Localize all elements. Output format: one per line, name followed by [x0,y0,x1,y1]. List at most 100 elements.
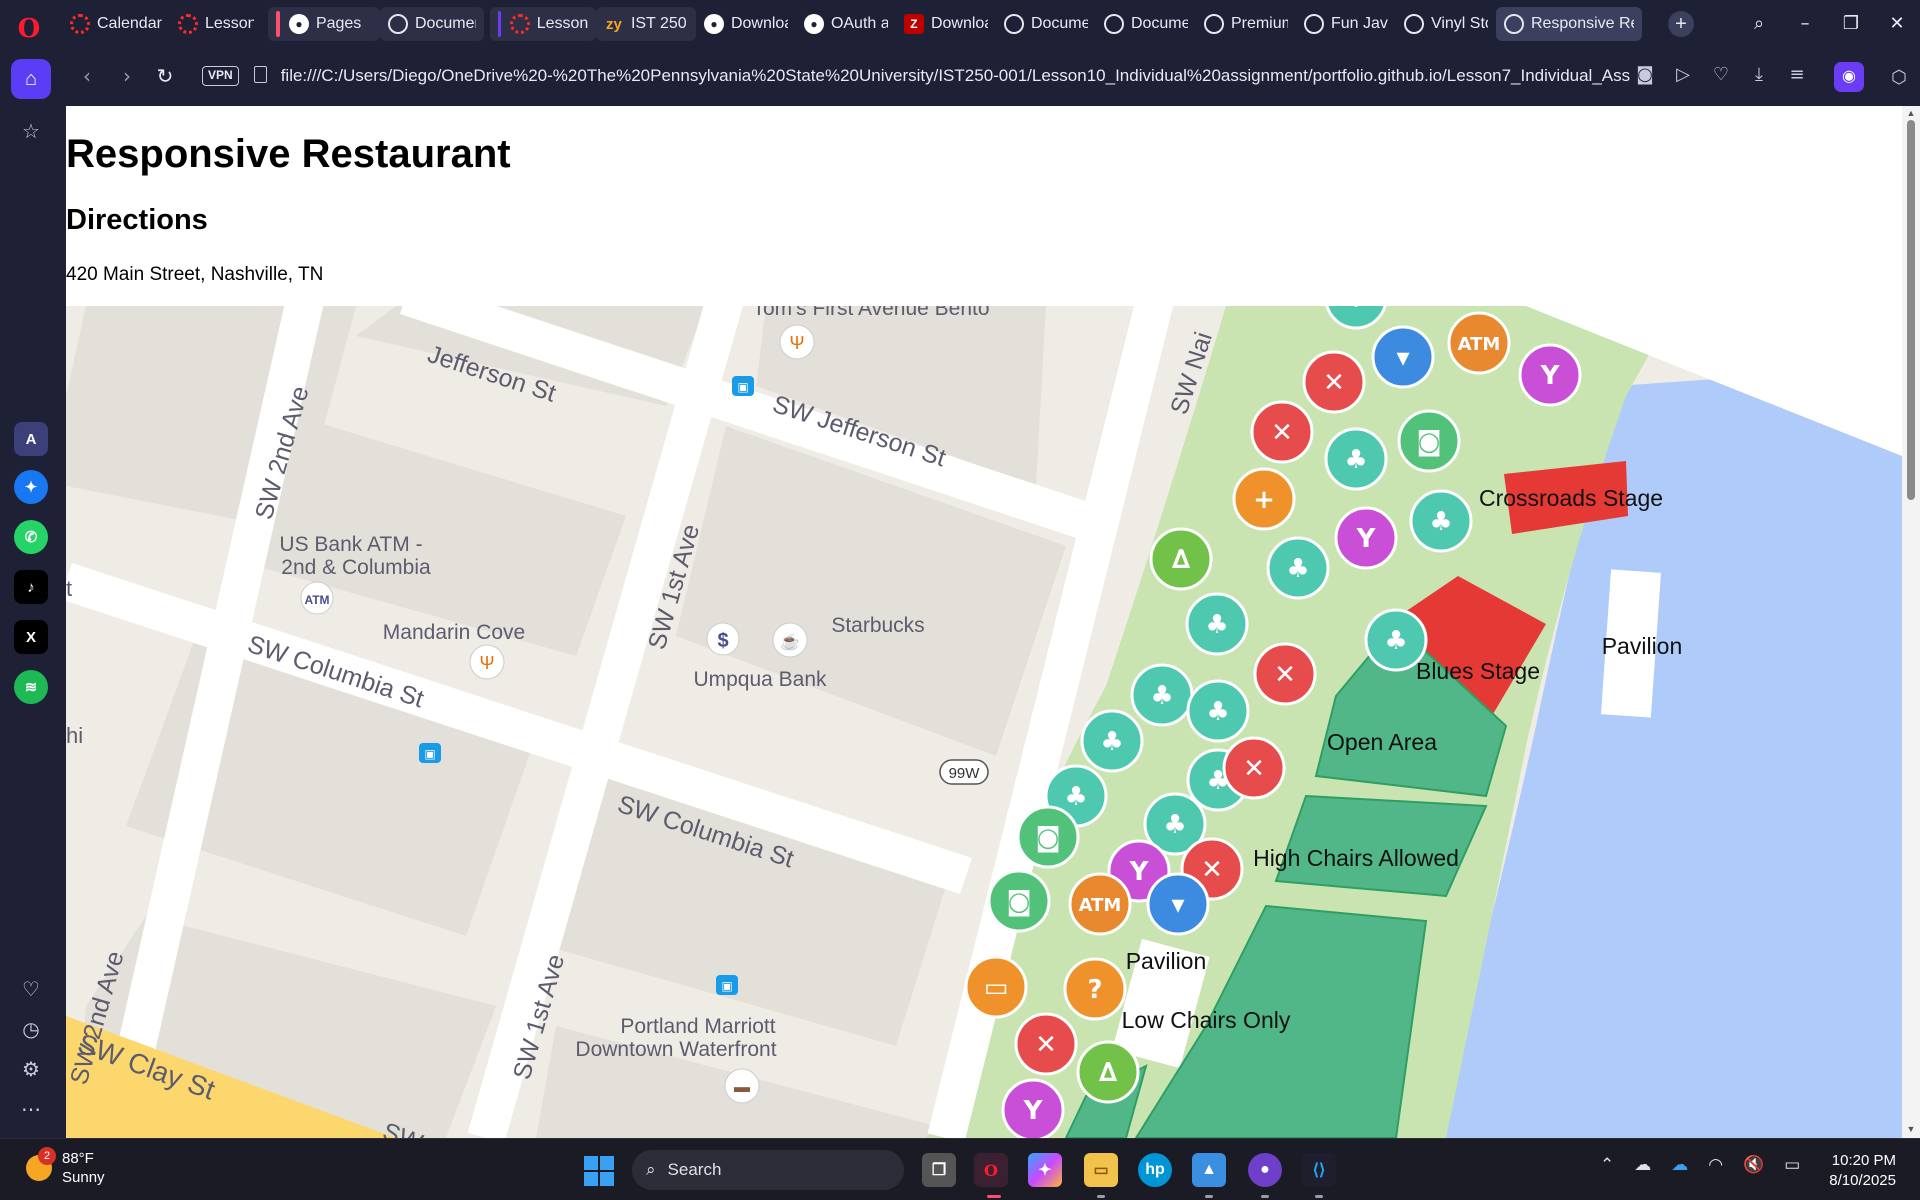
forward-arrow-icon[interactable]: › [114,63,140,89]
svg-text:99W: 99W [949,765,981,782]
search-icon: ⌕ [646,1160,656,1179]
hotel-bed-icon[interactable]: ▬ [734,1079,750,1096]
file-explorer-icon[interactable]: ▭ [1084,1153,1118,1187]
windows-taskbar: 2 88°F Sunny ⌕ Search ❐ O ✦ ▭ hp ▲ ● ⟨⟩ … [0,1138,1920,1200]
globe-icon [1503,14,1524,34]
tab-lesson-10[interactable]: Lesson 10 [489,7,596,41]
home-icon[interactable]: ⌂ [11,59,51,99]
bookmarks-star-icon[interactable]: ☆ [11,111,51,151]
tab-oauth[interactable]: ●OAuth ap [796,7,896,41]
vscode-icon[interactable]: ⟨⟩ [1302,1153,1336,1187]
filezilla-icon: Z [903,14,924,34]
send-flow-icon[interactable]: ▷ [1670,62,1696,88]
extensions-cube-icon[interactable]: ⬡ [1884,62,1914,92]
bus-stop-icon[interactable]: ▣ [424,747,435,761]
tab-calendar[interactable]: Calendar [62,7,170,41]
tiktok-icon[interactable]: ♪ [14,570,48,604]
camera-snapshot-icon[interactable]: ◙ [1632,62,1658,88]
spotify-icon[interactable]: ≋ [14,670,48,704]
scroll-down-arrow-icon[interactable]: ▼ [1906,1124,1916,1134]
onedrive-sync-icon[interactable]: ☁ [1634,1155,1651,1175]
address-bar[interactable]: VPN file:///C:/Users/Diego/OneDrive%20-%… [202,58,1662,94]
minimize-button[interactable]: – [1782,13,1828,34]
speaker-muted-icon[interactable]: 🔇 [1743,1155,1764,1175]
tab-lesson-6[interactable]: Lesson 6: [170,7,262,41]
place-label: Open Area [1327,729,1437,755]
wifi-icon[interactable]: ◠ [1708,1155,1723,1175]
chevron-up-icon[interactable]: ⌃ [1600,1155,1614,1175]
copilot-icon[interactable]: ✦ [1028,1153,1062,1187]
tab-download-2[interactable]: Z Downloa [896,7,996,41]
close-window-button[interactable]: ✕ [1874,13,1920,34]
tab-responsive-restaurant[interactable]: Responsive Resta [1495,7,1642,41]
photos-icon[interactable]: ▲ [1192,1153,1226,1187]
back-arrow-icon[interactable]: ‹ [74,63,100,89]
easy-setup-icon[interactable]: ≡ [1784,62,1810,88]
messenger-icon[interactable]: ✦ [14,470,48,504]
opera-ring-icon [509,14,530,34]
water-station-icon: ▾ [1396,343,1409,373]
tab-documen-2[interactable]: Documen [996,7,1096,41]
atm-icon: ATM [1079,895,1122,916]
restore-button[interactable]: ❐ [1828,13,1874,34]
tab-premium[interactable]: Premium [1196,7,1296,41]
bookmark-heart-icon[interactable]: ♡ [1708,62,1734,88]
github-desktop-icon[interactable]: ● [1248,1153,1282,1187]
opera-sidebar: ⌂ ☆ A ✦ ✆ ♪ X ≋ ♡ ◷ ⚙ ⋯ [0,46,62,1134]
open-app-indicator [1315,1195,1323,1198]
atm-icon[interactable]: ATM [304,593,329,607]
bus-stop-icon[interactable]: ▣ [737,380,748,394]
aria-ai-icon[interactable]: A [14,422,48,456]
weather-condition: Sunny [62,1169,105,1186]
temperature: 88°F [62,1150,94,1167]
restaurant-address: 420 Main Street, Nashville, TN [66,264,324,285]
page-title: Responsive Restaurant [66,132,511,176]
onedrive-cloud-icon[interactable]: ☁ [1671,1155,1688,1175]
hp-icon[interactable]: hp [1138,1153,1172,1187]
embedded-map[interactable]: Jefferson St SW Jefferson St SW 2nd Ave … [66,306,1902,1138]
new-tab-button[interactable]: + [1668,11,1694,37]
x-twitter-icon[interactable]: X [14,620,48,654]
opera-browser-icon[interactable]: O [974,1153,1008,1187]
tab-vinyl-store[interactable]: Vinyl Stor [1396,7,1496,41]
map-canvas[interactable]: Jefferson St SW Jefferson St SW 2nd Ave … [66,306,1902,1138]
tab-ist-250[interactable]: zyIST 250: I [595,7,696,41]
bus-stop-icon[interactable]: ▣ [721,979,732,993]
restaurant-icon[interactable]: Ψ [479,653,494,673]
taskbar-search-box[interactable]: ⌕ Search [632,1150,904,1190]
tab-documen-1[interactable]: Documen [379,7,484,41]
heart-icon[interactable]: ♡ [11,969,51,1009]
profile-avatar-icon[interactable]: ◉ [1834,62,1864,92]
whatsapp-icon[interactable]: ✆ [14,520,48,554]
trees-icon: ♣ [1206,697,1229,727]
bank-icon[interactable]: $ [717,630,728,652]
reload-icon[interactable]: ↻ [152,63,178,89]
restaurant-icon[interactable]: Ψ [789,333,804,353]
history-clock-icon[interactable]: ◷ [11,1009,51,1049]
tab-documen-3[interactable]: Documen [1096,7,1196,41]
coffee-icon[interactable]: ☕ [780,632,800,651]
scroll-up-arrow-icon[interactable]: ▲ [1906,108,1916,118]
windows-start-icon[interactable] [584,1156,614,1186]
tab-fun-javascript[interactable]: Fun JavaS [1296,7,1396,41]
downloads-icon[interactable]: ⤓ [1746,62,1772,88]
system-clock[interactable]: 10:20 PM 8/10/2025 [1800,1151,1896,1191]
weather-widget[interactable]: 2 88°F Sunny [26,1147,105,1187]
opera-logo-icon[interactable]: O [14,14,44,44]
trees-icon: ♣ [1205,610,1228,640]
scroll-thumb[interactable] [1907,120,1915,500]
information-icon: ? [1087,975,1102,1005]
search-tabs-icon[interactable]: ⌕ [1736,13,1782,34]
settings-gear-icon[interactable]: ⚙ [11,1049,51,1089]
tab-pages[interactable]: ● Pages [267,7,380,41]
trees-icon: ♣ [1150,681,1173,711]
vpn-badge[interactable]: VPN [202,66,239,86]
place-label: Umpqua Bank [693,668,827,691]
url-text[interactable]: file:///C:/Users/Diego/OneDrive%20-%20Th… [281,66,1631,86]
tab-download-1[interactable]: ● Downloa [696,7,796,41]
battery-icon[interactable]: ▭ [1784,1155,1800,1175]
food-utensils-icon: ✕ [1201,855,1223,885]
more-options-icon[interactable]: ⋯ [11,1089,51,1129]
page-scrollbar[interactable]: ▲ ▼ [1902,106,1920,1138]
task-view-icon[interactable]: ❐ [922,1153,956,1187]
